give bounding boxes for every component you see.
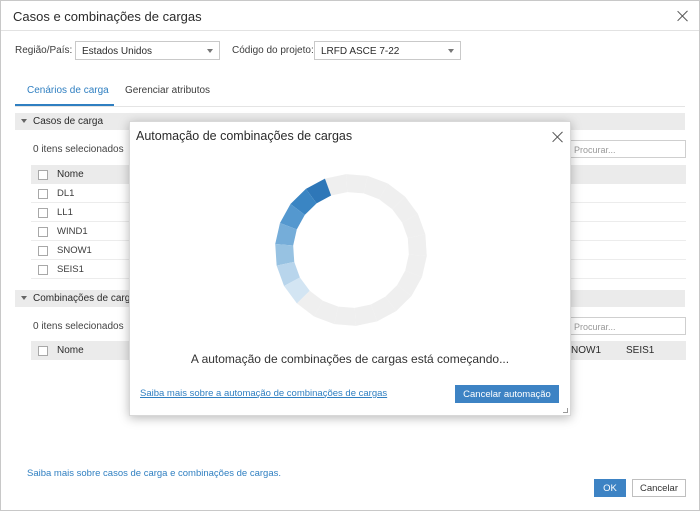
cancel-automation-button[interactable]: Cancelar automação (455, 385, 559, 403)
dialog-title: Casos e combinações de cargas (13, 9, 202, 24)
row-checkbox[interactable] (38, 227, 48, 237)
help-link-load-cases[interactable]: Saiba mais sobre casos de carga e combin… (27, 468, 281, 479)
spinner-segment-filled (275, 244, 295, 266)
project-code-select[interactable]: LRFD ASCE 7-22 (314, 41, 461, 60)
tab-load-scenarios[interactable]: Cenários de carga (27, 85, 109, 96)
close-icon[interactable] (551, 130, 565, 144)
active-tab-indicator (15, 104, 114, 106)
code-label: Código do projeto: (232, 45, 314, 56)
collapse-triangle-icon[interactable] (21, 119, 27, 123)
automation-modal: Automação de combinações de cargas A aut… (129, 121, 571, 416)
spinner-segment (407, 234, 427, 256)
row-checkbox[interactable] (38, 265, 48, 275)
tab-bar: Cenários de carga Gerenciar atributos (15, 79, 685, 107)
spinner-progress (275, 178, 332, 304)
region-label: Região/País: (15, 45, 73, 56)
select-all-checkbox[interactable] (38, 170, 48, 180)
help-link-automation[interactable]: Saiba mais sobre a automação de combinaç… (140, 388, 387, 399)
dialog-titlebar: Casos e combinações de cargas (1, 1, 699, 31)
progress-spinner (275, 174, 427, 326)
load-case-name: DL1 (57, 188, 75, 199)
cancel-button[interactable]: Cancelar (632, 479, 686, 497)
load-cases-selected-count: 0 itens selecionados (33, 144, 124, 155)
row-checkbox[interactable] (38, 208, 48, 218)
load-combinations-search-input[interactable]: Procurar... (569, 317, 686, 335)
load-case-name: LL1 (57, 207, 73, 218)
automation-modal-title: Automação de combinações de cargas (136, 129, 353, 143)
column-header-name[interactable]: Nome (57, 345, 84, 356)
load-case-name: SEIS1 (57, 264, 84, 275)
chevron-down-icon (448, 49, 454, 53)
ok-button[interactable]: OK (594, 479, 626, 497)
column-header-seis1[interactable]: SEIS1 (626, 345, 654, 356)
load-cases-section-label: Casos de carga (33, 116, 104, 127)
load-combinations-selected-count: 0 itens selecionados (33, 321, 124, 332)
load-case-name: SNOW1 (57, 245, 92, 256)
project-code-value: LRFD ASCE 7-22 (321, 46, 400, 57)
automation-status-message: A automação de combinações de cargas est… (190, 352, 510, 366)
select-all-checkbox[interactable] (38, 346, 48, 356)
tab-manage-attributes[interactable]: Gerenciar atributos (125, 85, 210, 96)
load-cases-search-input[interactable]: Procurar... (569, 140, 686, 158)
close-icon[interactable] (676, 9, 690, 23)
load-case-name: WIND1 (57, 226, 88, 237)
column-header-snow1[interactable]: NOW1 (571, 345, 601, 356)
region-select-value: Estados Unidos (82, 46, 153, 57)
region-select[interactable]: Estados Unidos (75, 41, 220, 60)
collapse-triangle-icon[interactable] (21, 296, 27, 300)
row-checkbox[interactable] (38, 189, 48, 199)
load-combinations-section-label: Combinações de cargas (33, 293, 141, 304)
chevron-down-icon (207, 49, 213, 53)
column-header-name[interactable]: Nome (57, 169, 84, 180)
resize-grip-icon[interactable] (563, 408, 568, 413)
row-checkbox[interactable] (38, 246, 48, 256)
